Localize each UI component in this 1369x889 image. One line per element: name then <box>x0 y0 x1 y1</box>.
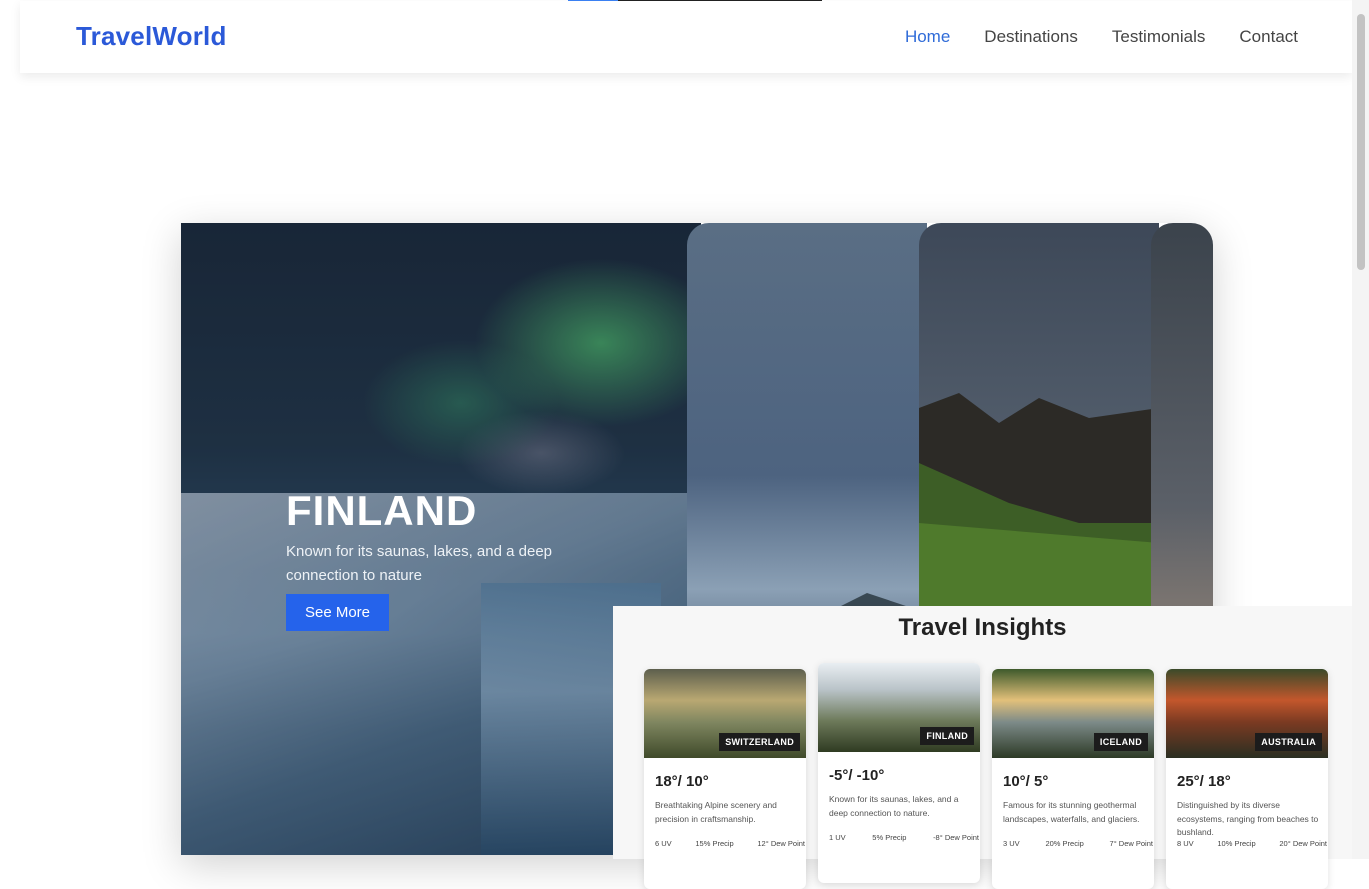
country-badge: FINLAND <box>920 727 974 745</box>
dew-point-stat: -8° Dew Point <box>933 833 979 842</box>
precip-stat: 5% Precip <box>872 833 907 842</box>
main-nav: Home Destinations Testimonials Contact <box>905 27 1298 47</box>
precip-stat: 10% Precip <box>1217 839 1256 848</box>
country-badge: AUSTRALIA <box>1255 733 1322 751</box>
slide-title: FINLAND <box>286 487 478 535</box>
page-scrollbar[interactable] <box>1352 0 1369 859</box>
card-description: Known for its saunas, lakes, and a deep … <box>829 794 959 818</box>
precip-stat: 15% Precip <box>695 839 734 848</box>
card-description: Distinguished by its diverse ecosystems,… <box>1177 800 1319 837</box>
insight-card-iceland[interactable]: ICELAND 10°/ 5° Famous for its stunning … <box>992 669 1154 889</box>
slide-description: Known for its saunas, lakes, and a deep … <box>286 543 553 584</box>
nav-contact-link[interactable]: Contact <box>1239 27 1298 47</box>
insight-card-finland[interactable]: FINLAND -5°/ -10° Known for its saunas, … <box>818 663 980 883</box>
card-temperature: -5°/ -10° <box>829 767 885 784</box>
uv-stat: 1 UV <box>829 833 846 842</box>
precip-stat: 20% Precip <box>1045 839 1084 848</box>
see-more-button[interactable]: See More <box>286 594 389 631</box>
scrollbar-thumb[interactable] <box>1357 14 1365 270</box>
card-stats: 3 UV 20% Precip 7° Dew Point <box>1003 839 1153 848</box>
dew-point-stat: 12° Dew Point <box>757 839 805 848</box>
country-badge: SWITZERLAND <box>719 733 800 751</box>
travel-insights-panel: Travel Insights SWITZERLAND 18°/ 10° Bre… <box>613 606 1352 889</box>
uv-stat: 8 UV <box>1177 839 1194 848</box>
insights-title: Travel Insights <box>898 614 1067 641</box>
dew-point-stat: 7° Dew Point <box>1109 839 1153 848</box>
card-stats: 8 UV 10% Precip 20° Dew Point <box>1177 839 1327 848</box>
card-temperature: 18°/ 10° <box>655 773 709 790</box>
nav-home-link[interactable]: Home <box>905 27 950 47</box>
insight-card-switzerland[interactable]: SWITZERLAND 18°/ 10° Breathtaking Alpine… <box>644 669 806 889</box>
card-description: Breathtaking Alpine scenery and precisio… <box>655 800 777 824</box>
country-badge: ICELAND <box>1093 733 1148 751</box>
site-logo[interactable]: TravelWorld <box>76 21 227 52</box>
nav-destinations-link[interactable]: Destinations <box>984 27 1078 47</box>
nav-testimonials-link[interactable]: Testimonials <box>1112 27 1206 47</box>
card-temperature: 25°/ 18° <box>1177 773 1231 790</box>
uv-stat: 6 UV <box>655 839 672 848</box>
insight-card-australia[interactable]: AUSTRALIA 25°/ 18° Distinguished by its … <box>1166 669 1328 889</box>
card-stats: 6 UV 15% Precip 12° Dew Point <box>655 839 805 848</box>
navbar: TravelWorld Home Destinations Testimonia… <box>20 1 1352 73</box>
card-description: Famous for its stunning geothermal lands… <box>1003 800 1140 824</box>
card-temperature: 10°/ 5° <box>1003 773 1049 790</box>
dew-point-stat: 20° Dew Point <box>1279 839 1327 848</box>
card-stats: 1 UV 5% Precip -8° Dew Point <box>829 833 979 842</box>
uv-stat: 3 UV <box>1003 839 1020 848</box>
